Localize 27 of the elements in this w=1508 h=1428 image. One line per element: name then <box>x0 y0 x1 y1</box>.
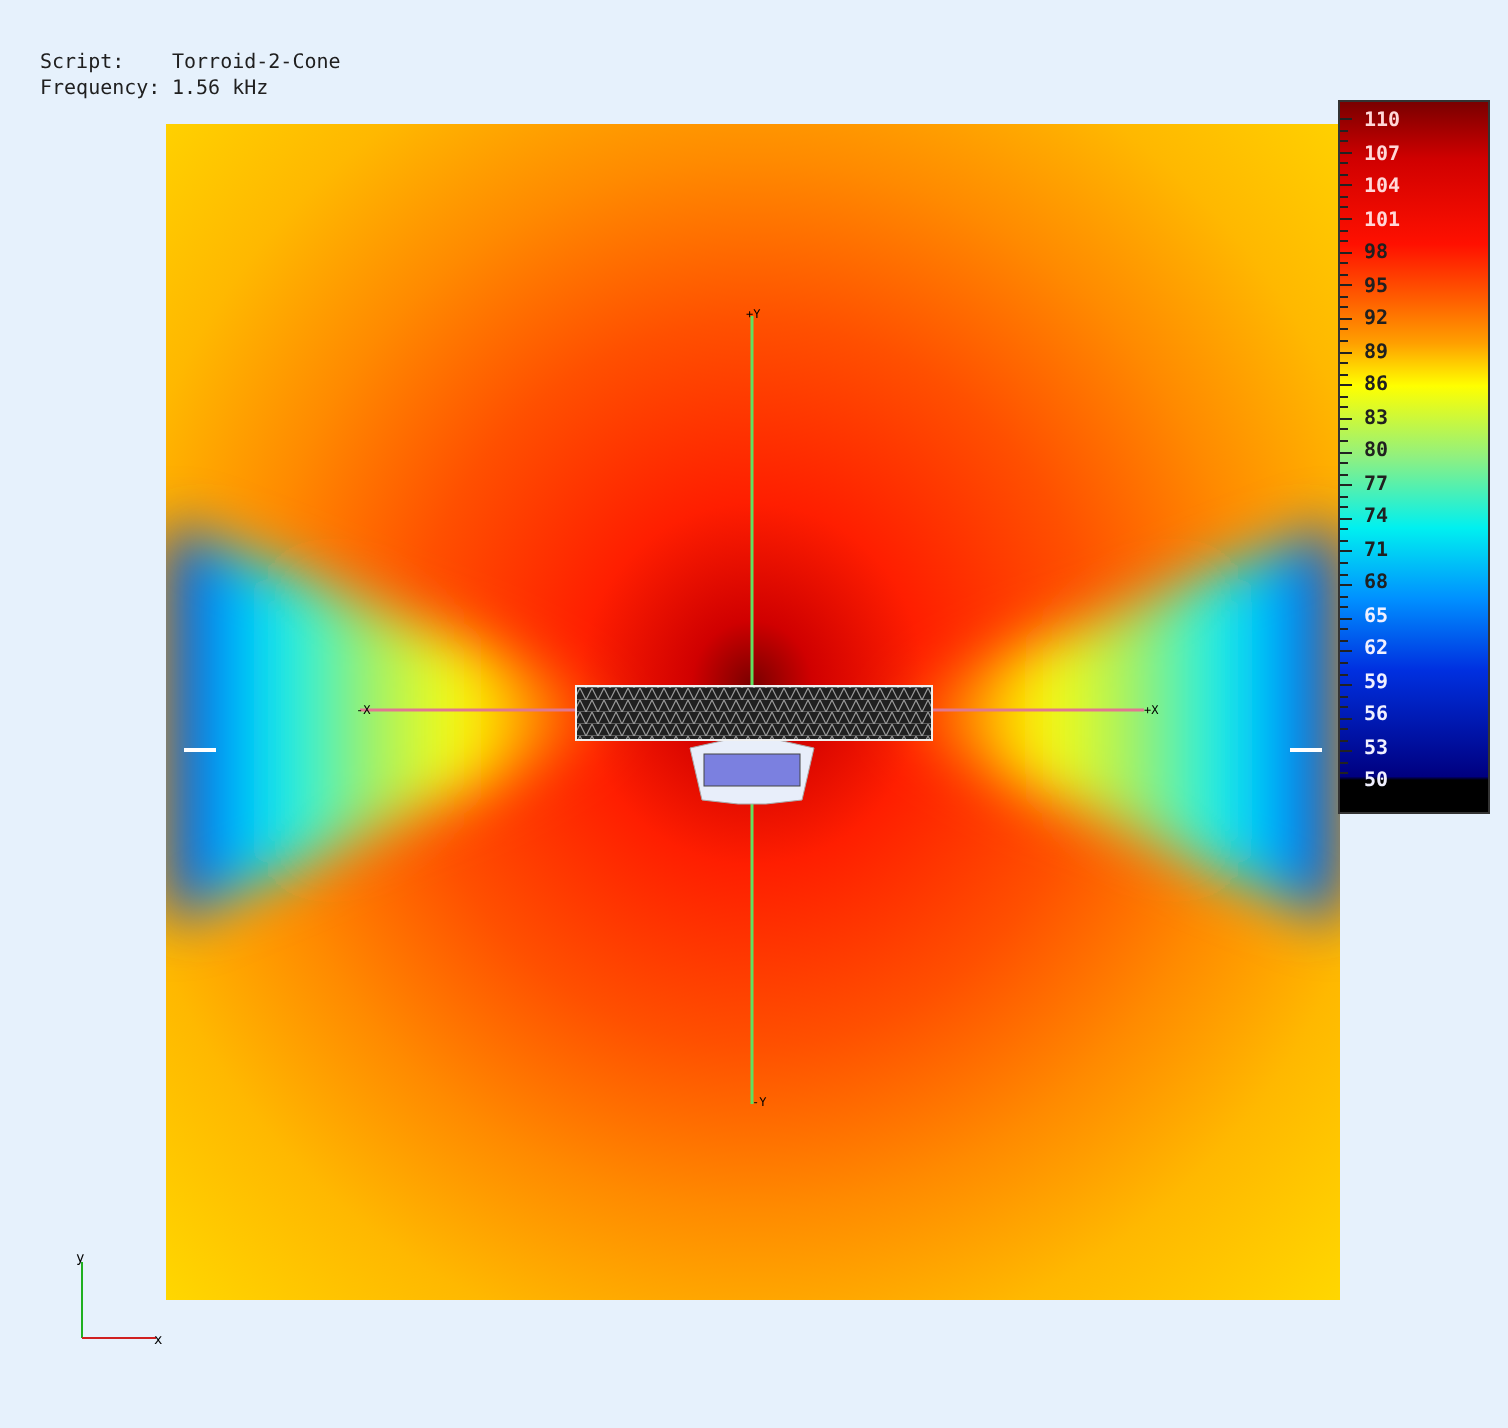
marker-icon <box>184 748 216 752</box>
marker-icon <box>1290 748 1322 752</box>
frequency-value: 1.56 kHz <box>172 77 269 102</box>
script-name: Torroid-2-Cone <box>172 52 341 77</box>
scale-label: 74 <box>1364 506 1389 528</box>
scale-label: 56 <box>1364 704 1389 726</box>
scale-label: 68 <box>1364 572 1389 594</box>
scale-label: 104 <box>1364 176 1401 198</box>
scale-label: 80 <box>1364 440 1389 462</box>
scale-label: 53 <box>1364 737 1389 759</box>
scale-label: 107 <box>1364 143 1401 165</box>
scale-label: 86 <box>1364 374 1389 396</box>
frequency-label: Frequency: <box>40 77 163 102</box>
scale-label: 92 <box>1364 308 1389 330</box>
scale-label: 101 <box>1364 209 1401 231</box>
scale-label: 77 <box>1364 473 1389 495</box>
scale-label: 65 <box>1364 605 1389 627</box>
scale-label: 59 <box>1364 671 1389 693</box>
scale-label: 89 <box>1364 341 1389 363</box>
script-label: Script: <box>40 52 127 77</box>
scale-label: 83 <box>1364 407 1389 429</box>
scale-label: 71 <box>1364 539 1389 561</box>
scale-label: 98 <box>1364 242 1389 264</box>
scale-label: 110 <box>1364 110 1401 132</box>
scale-label: 50 <box>1364 770 1389 792</box>
scale-label: 95 <box>1364 275 1389 297</box>
scale-label: 62 <box>1364 638 1389 660</box>
